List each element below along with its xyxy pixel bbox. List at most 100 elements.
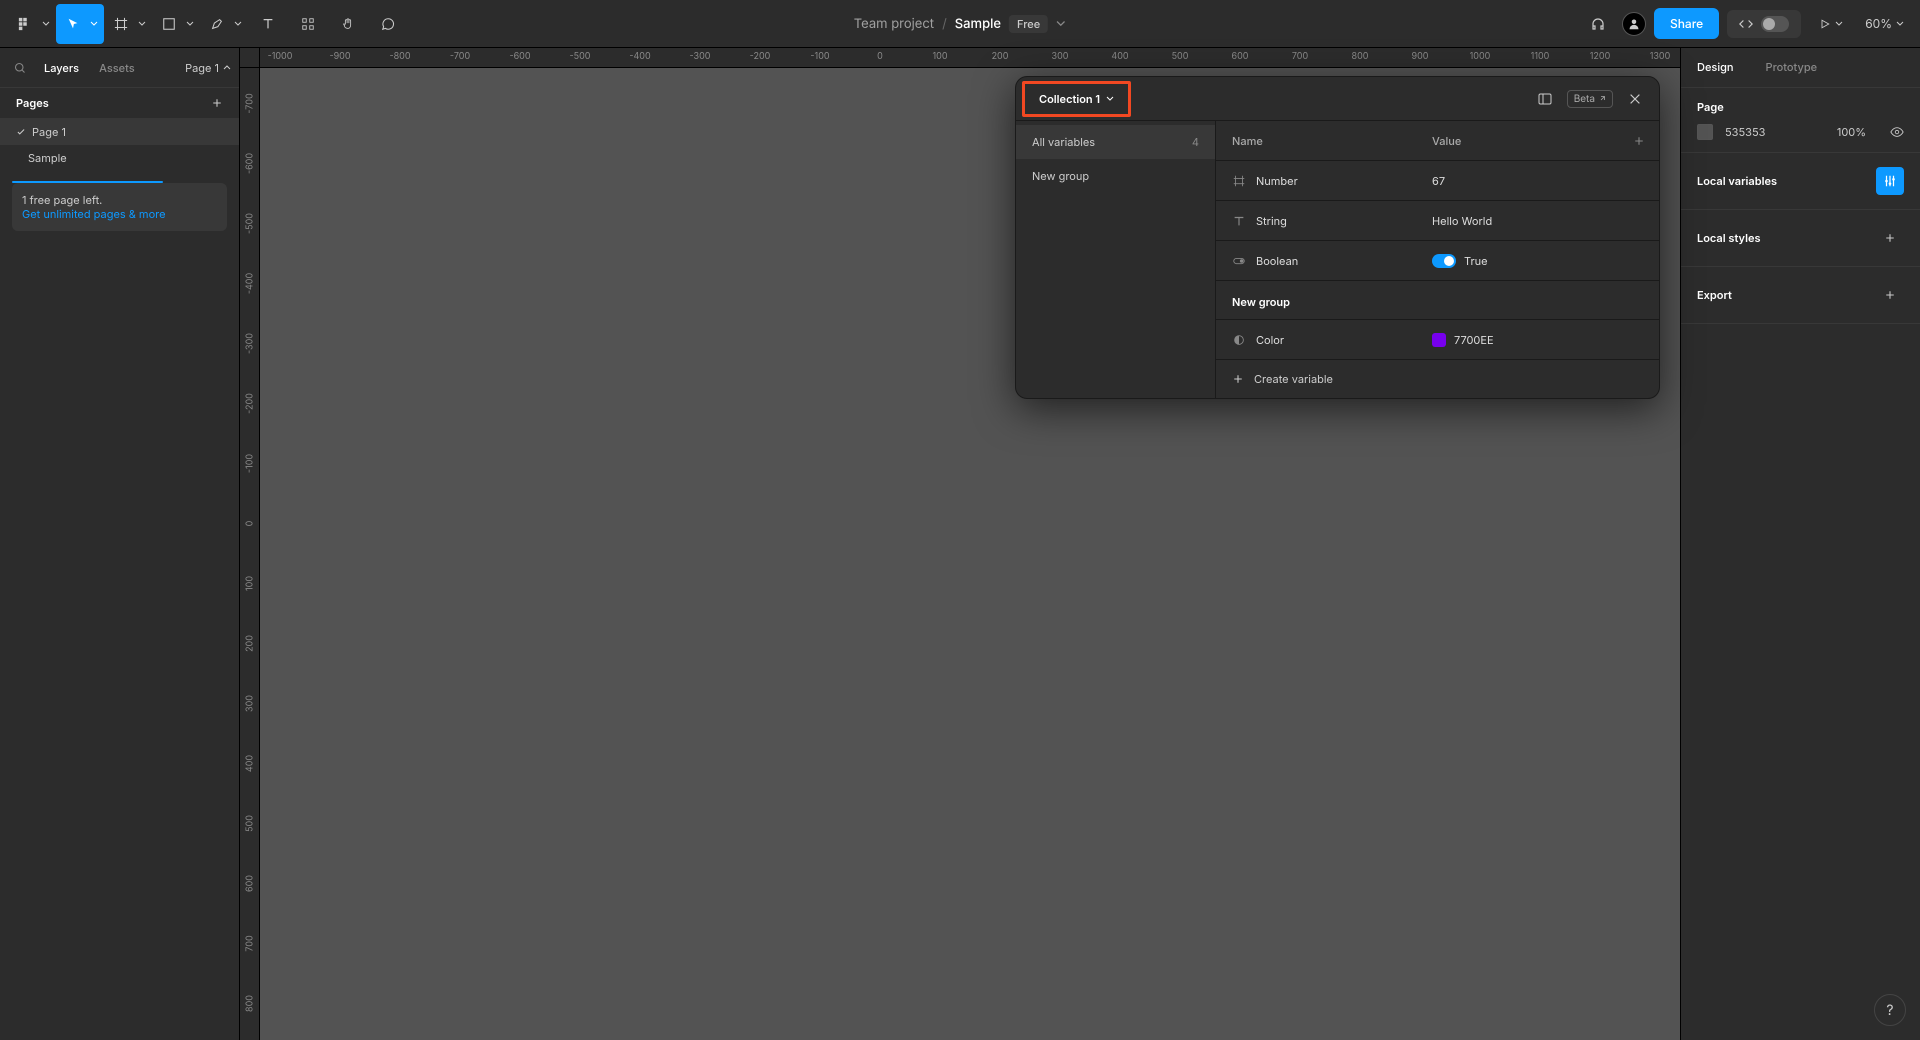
text-icon [261, 17, 275, 31]
main-menu-button[interactable] [8, 4, 56, 44]
beta-badge[interactable]: Beta [1567, 90, 1613, 108]
resources-button[interactable] [288, 4, 328, 44]
external-link-icon [1598, 95, 1606, 103]
close-button[interactable] [1621, 85, 1649, 113]
present-button[interactable] [1809, 4, 1849, 44]
sliders-icon [1883, 174, 1897, 188]
ruler-tick: -700 [244, 93, 255, 113]
page-selector-label: Page 1 [185, 61, 219, 75]
chevron-down-icon [1106, 95, 1114, 103]
collection-name-dropdown[interactable]: Collection 1 [1022, 81, 1131, 117]
variable-group-item[interactable]: New group [1016, 159, 1215, 193]
chevron-up-icon [223, 64, 231, 72]
bg-color-swatch[interactable] [1697, 124, 1713, 140]
local-variables-label: Local variables [1697, 174, 1777, 188]
variable-row[interactable]: Color 7700EE [1216, 320, 1659, 360]
all-variables-item[interactable]: All variables 4 [1016, 125, 1215, 159]
variable-group-label: New group [1032, 169, 1089, 183]
right-panel: Design Prototype Page 535353 100% Local … [1680, 48, 1920, 1040]
variables-settings-button[interactable] [1876, 167, 1904, 195]
add-mode-button[interactable] [1619, 135, 1659, 147]
sidebar-toggle-button[interactable] [1531, 85, 1559, 113]
chevron-down-icon [138, 20, 146, 28]
variable-row[interactable]: String Hello World [1216, 201, 1659, 241]
ruler-tick: 200 [244, 635, 255, 652]
page-background-row[interactable]: 535353 100% [1681, 120, 1920, 153]
promo-line1: 1 free page left. [22, 193, 217, 207]
chevron-down-icon [1056, 19, 1066, 29]
ruler-corner [240, 48, 260, 68]
ruler-tick: -600 [244, 153, 255, 174]
ruler-tick: 0 [244, 521, 255, 527]
column-value-header: Value [1416, 134, 1619, 148]
ruler-tick: 800 [1352, 51, 1369, 62]
shape-tool-button[interactable] [152, 4, 200, 44]
search-button[interactable] [8, 56, 32, 80]
plus-icon[interactable] [211, 97, 223, 109]
share-button[interactable]: Share [1654, 8, 1719, 39]
variable-row[interactable]: Number 67 [1216, 161, 1659, 201]
ruler-tick: 0 [877, 51, 883, 62]
variable-value: 7700EE [1454, 333, 1494, 347]
plus-icon [1232, 373, 1244, 385]
user-avatar[interactable] [1622, 12, 1646, 36]
chevron-down-icon [1896, 20, 1904, 28]
figma-logo-icon [18, 17, 32, 31]
ruler-tick: 500 [244, 815, 255, 832]
dev-mode-toggle[interactable] [1727, 10, 1801, 38]
variable-name: Boolean [1256, 254, 1298, 268]
layers-tab[interactable]: Layers [36, 55, 87, 81]
boolean-toggle[interactable] [1432, 254, 1456, 268]
variable-value: 67 [1432, 174, 1445, 188]
file-title[interactable]: Team project / Sample Free [854, 15, 1066, 33]
page-item[interactable]: Sample [0, 145, 239, 171]
page-selector[interactable]: Page 1 [185, 61, 231, 75]
comment-tool-button[interactable] [368, 4, 408, 44]
design-tab[interactable]: Design [1681, 48, 1750, 87]
page-item[interactable]: Page 1 [0, 119, 239, 145]
eye-icon[interactable] [1890, 125, 1904, 139]
local-styles-row[interactable]: Local styles [1681, 210, 1920, 267]
page-item-label: Page 1 [32, 125, 66, 139]
add-style-button[interactable] [1876, 224, 1904, 252]
assets-tab[interactable]: Assets [91, 55, 143, 81]
ruler-tick: -100 [810, 51, 829, 62]
variable-name: Color [1256, 333, 1284, 347]
upgrade-promo[interactable]: 1 free page left. Get unlimited pages & … [12, 183, 227, 231]
zoom-control[interactable]: 60% [1857, 16, 1912, 31]
boolean-type-icon [1232, 254, 1246, 268]
move-tool-button[interactable] [56, 4, 104, 44]
create-variable-button[interactable]: Create variable [1216, 360, 1659, 398]
check-icon [16, 127, 26, 137]
audio-button[interactable] [1582, 4, 1614, 44]
ruler-tick: 1000 [1470, 51, 1491, 62]
chevron-down-icon [186, 20, 194, 28]
ruler-tick: 300 [1052, 51, 1069, 62]
ruler-tick: 200 [992, 51, 1009, 62]
ruler-tick: -800 [389, 51, 410, 62]
promo-link[interactable]: Get unlimited pages & more [22, 207, 166, 221]
text-tool-button[interactable] [248, 4, 288, 44]
frame-tool-button[interactable] [104, 4, 152, 44]
color-swatch[interactable] [1432, 333, 1446, 347]
all-variables-count: 4 [1192, 135, 1199, 149]
ruler-tick: 100 [244, 576, 255, 591]
ruler-tick: -300 [244, 333, 255, 354]
local-variables-row[interactable]: Local variables [1681, 153, 1920, 210]
hand-tool-button[interactable] [328, 4, 368, 44]
help-button[interactable]: ? [1874, 994, 1906, 1026]
prototype-tab[interactable]: Prototype [1750, 48, 1834, 87]
column-name-header: Name [1216, 134, 1416, 148]
plan-badge: Free [1009, 15, 1048, 33]
export-row[interactable]: Export [1681, 267, 1920, 324]
add-export-button[interactable] [1876, 281, 1904, 309]
variable-row[interactable]: Boolean True [1216, 241, 1659, 281]
variables-modal: Collection 1 Beta All variables 4 New gr… [1015, 76, 1660, 399]
variables-modal-body: All variables 4 New group Name Value Num… [1016, 121, 1659, 398]
left-panel: Layers Assets Page 1 Pages Page 1 Sample… [0, 48, 240, 1040]
toggle-switch [1761, 16, 1789, 32]
pen-tool-button[interactable] [200, 4, 248, 44]
beta-label: Beta [1574, 93, 1595, 105]
ruler-vertical: -700-600-500-400-300-200-100010020030040… [240, 68, 260, 1040]
zoom-value: 60% [1865, 16, 1892, 31]
